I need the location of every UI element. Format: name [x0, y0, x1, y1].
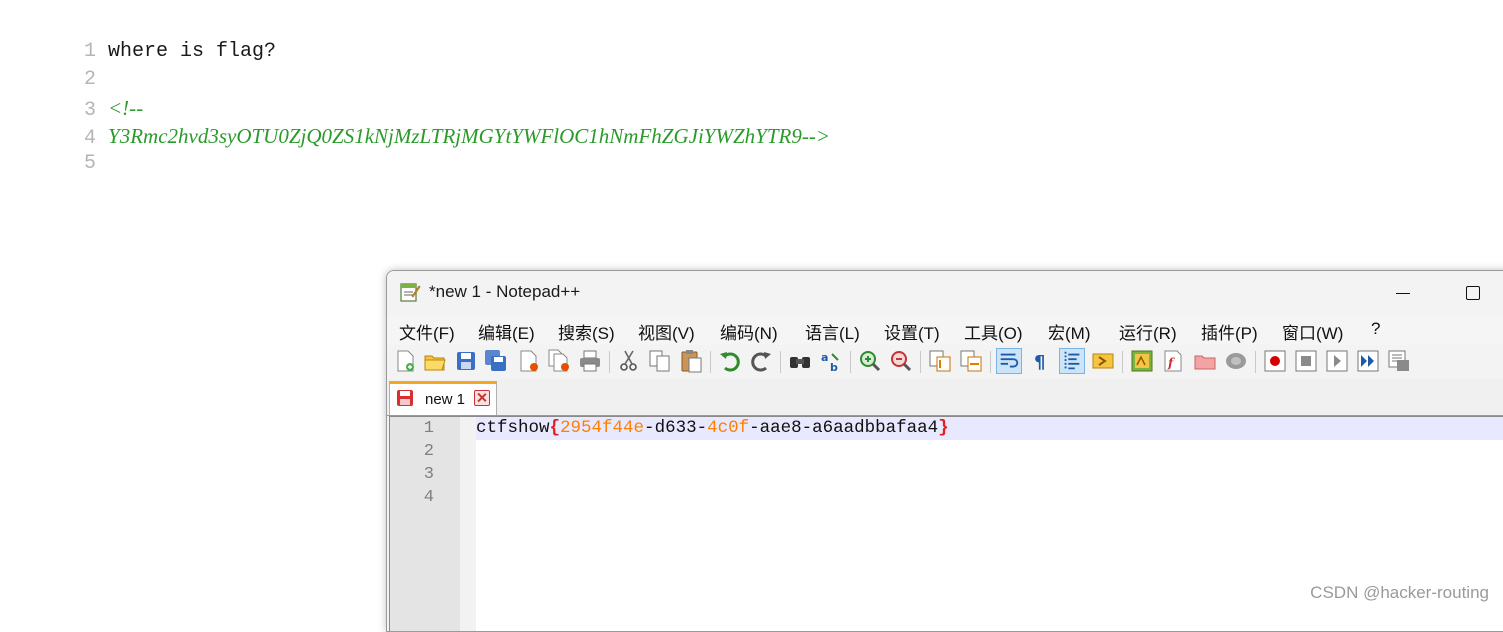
svg-text:a: a — [821, 351, 828, 364]
watermark: CSDN @hacker-routing — [1310, 583, 1489, 602]
zoom-out-icon[interactable] — [888, 348, 914, 374]
close-icon[interactable] — [516, 348, 542, 374]
flag-part: d633 — [654, 418, 697, 438]
toolbar-separator — [1122, 351, 1123, 373]
play-macro-icon[interactable] — [1324, 348, 1350, 374]
undo-icon[interactable] — [717, 348, 743, 374]
folder-workspace-icon[interactable] — [1192, 348, 1218, 374]
paste-icon[interactable] — [678, 348, 704, 374]
menu-search[interactable]: 搜索(S) — [558, 319, 615, 344]
open-brace: { — [549, 418, 561, 438]
toolbar-separator — [780, 351, 781, 373]
fold-margin — [460, 417, 476, 631]
new-file-icon[interactable] — [392, 348, 418, 374]
menu-file[interactable]: 文件(F) — [399, 319, 455, 344]
function-list-icon[interactable]: f — [1160, 348, 1186, 374]
sync-vertical-icon[interactable] — [927, 348, 953, 374]
minimize-icon — [1396, 293, 1410, 294]
close-brace: } — [938, 418, 949, 438]
user-defined-lang-icon[interactable] — [1090, 348, 1116, 374]
comment-text: Y3Rmc2hvd3syOTU0ZjQ0ZS1kNjMzLTRjMGYtYWFl… — [108, 124, 830, 148]
source-view: 1 where is flag? 2 3 <!-- 4 Y3Rmc2hvd3syOTU… — [0, 0, 1503, 260]
replace-icon[interactable]: ab — [818, 348, 844, 374]
flag-part: aae8 — [759, 418, 802, 438]
menu-edit[interactable]: 编辑(E) — [478, 319, 535, 344]
flag-part: 4c0f — [707, 418, 750, 438]
cut-icon[interactable] — [616, 348, 642, 374]
source-line: 5 — [0, 122, 108, 175]
word-wrap-icon[interactable] — [996, 348, 1022, 374]
menu-language[interactable]: 语言(L) — [805, 319, 860, 344]
menu-run[interactable]: 运行(R) — [1119, 319, 1177, 344]
save-icon[interactable] — [453, 348, 479, 374]
save-macro-icon[interactable] — [1386, 348, 1412, 374]
line-number: 1 — [423, 419, 434, 438]
print-icon[interactable] — [577, 348, 603, 374]
tab-bar: new 1 — [387, 379, 1503, 416]
toolbar-separator — [990, 351, 991, 373]
flag-prefix: ctfshow — [476, 418, 550, 438]
maximize-button[interactable] — [1450, 277, 1496, 309]
close-all-icon[interactable] — [546, 348, 572, 374]
copy-icon[interactable] — [647, 348, 673, 374]
source-line: 3 <!-- — [0, 66, 143, 122]
menu-window[interactable]: 窗口(W) — [1282, 319, 1343, 344]
code-line-1[interactable]: ctfshow{2954f44e-d633-4c0f-aae8-a6aadbba… — [476, 417, 949, 440]
minimize-button[interactable] — [1380, 277, 1426, 309]
close-tab-icon[interactable] — [474, 390, 490, 406]
line-text: where is flag? — [108, 40, 277, 63]
flag-dash: - — [696, 418, 708, 438]
menu-view[interactable]: 视图(V) — [638, 319, 695, 344]
svg-text:¶: ¶ — [1034, 352, 1045, 373]
flag-part: a6aadbbafaa4 — [812, 418, 939, 438]
menu-bar: 文件(F) 编辑(E) 搜索(S) 视图(V) 编码(N) 语言(L) 设置(T… — [387, 315, 1503, 345]
menu-macro[interactable]: 宏(M) — [1048, 319, 1090, 344]
zoom-in-icon[interactable] — [857, 348, 883, 374]
window-title: *new 1 - Notepad++ — [429, 282, 581, 301]
line-number: 3 — [423, 465, 434, 484]
menu-plugins[interactable]: 插件(P) — [1201, 319, 1258, 344]
flag-dash: - — [801, 418, 813, 438]
doc-map-icon[interactable] — [1129, 348, 1155, 374]
toolbar-separator — [1255, 351, 1256, 373]
toolbar-separator — [710, 351, 711, 373]
run-macro-multiple-icon[interactable] — [1355, 348, 1381, 374]
flag-part: 2954f44e — [560, 418, 645, 438]
tab-new-1[interactable]: new 1 — [389, 381, 497, 415]
line-number-gutter: 1 2 3 4 — [390, 417, 460, 631]
maximize-icon — [1466, 286, 1480, 300]
find-icon[interactable] — [787, 348, 813, 374]
tab-label: new 1 — [425, 391, 466, 408]
line-number: 5 — [84, 152, 97, 175]
line-number: 2 — [423, 442, 434, 461]
redo-icon[interactable] — [748, 348, 774, 374]
toolbar-separator — [850, 351, 851, 373]
sync-horizontal-icon[interactable] — [958, 348, 984, 374]
record-macro-icon[interactable] — [1262, 348, 1288, 374]
indent-guide-icon[interactable] — [1059, 348, 1085, 374]
line-number: 4 — [423, 488, 434, 507]
stop-record-icon[interactable] — [1293, 348, 1319, 374]
menu-settings[interactable]: 设置(T) — [884, 319, 940, 344]
source-line: 4 Y3Rmc2hvd3syOTU0ZjQ0ZS1kNjMzLTRjMGYtYWF… — [0, 94, 830, 150]
show-all-chars-icon[interactable]: ¶ — [1027, 348, 1053, 374]
toolbar-separator — [609, 351, 610, 373]
monitoring-icon[interactable] — [1223, 348, 1249, 374]
flag-dash: - — [749, 418, 760, 438]
unsaved-file-icon — [397, 390, 413, 406]
title-bar[interactable]: *new 1 - Notepad++ — [387, 271, 1503, 315]
source-line: 1 where is flag? — [0, 10, 276, 63]
toolbar-separator — [920, 351, 921, 373]
toolbar: ab ¶ f — [387, 345, 1503, 379]
source-line: 2 — [0, 38, 108, 91]
menu-encoding[interactable]: 编码(N) — [720, 319, 778, 344]
open-file-icon[interactable] — [422, 348, 448, 374]
save-all-icon[interactable] — [483, 348, 509, 374]
notepadpp-app-icon — [400, 283, 421, 302]
notepadpp-window: *new 1 - Notepad++ 文件(F) 编辑(E) 搜索(S) 视图(… — [386, 270, 1503, 632]
svg-text:b: b — [830, 361, 838, 374]
flag-dash: - — [644, 418, 655, 438]
menu-help[interactable]: ? — [1371, 319, 1380, 339]
menu-tools[interactable]: 工具(O) — [964, 319, 1023, 344]
